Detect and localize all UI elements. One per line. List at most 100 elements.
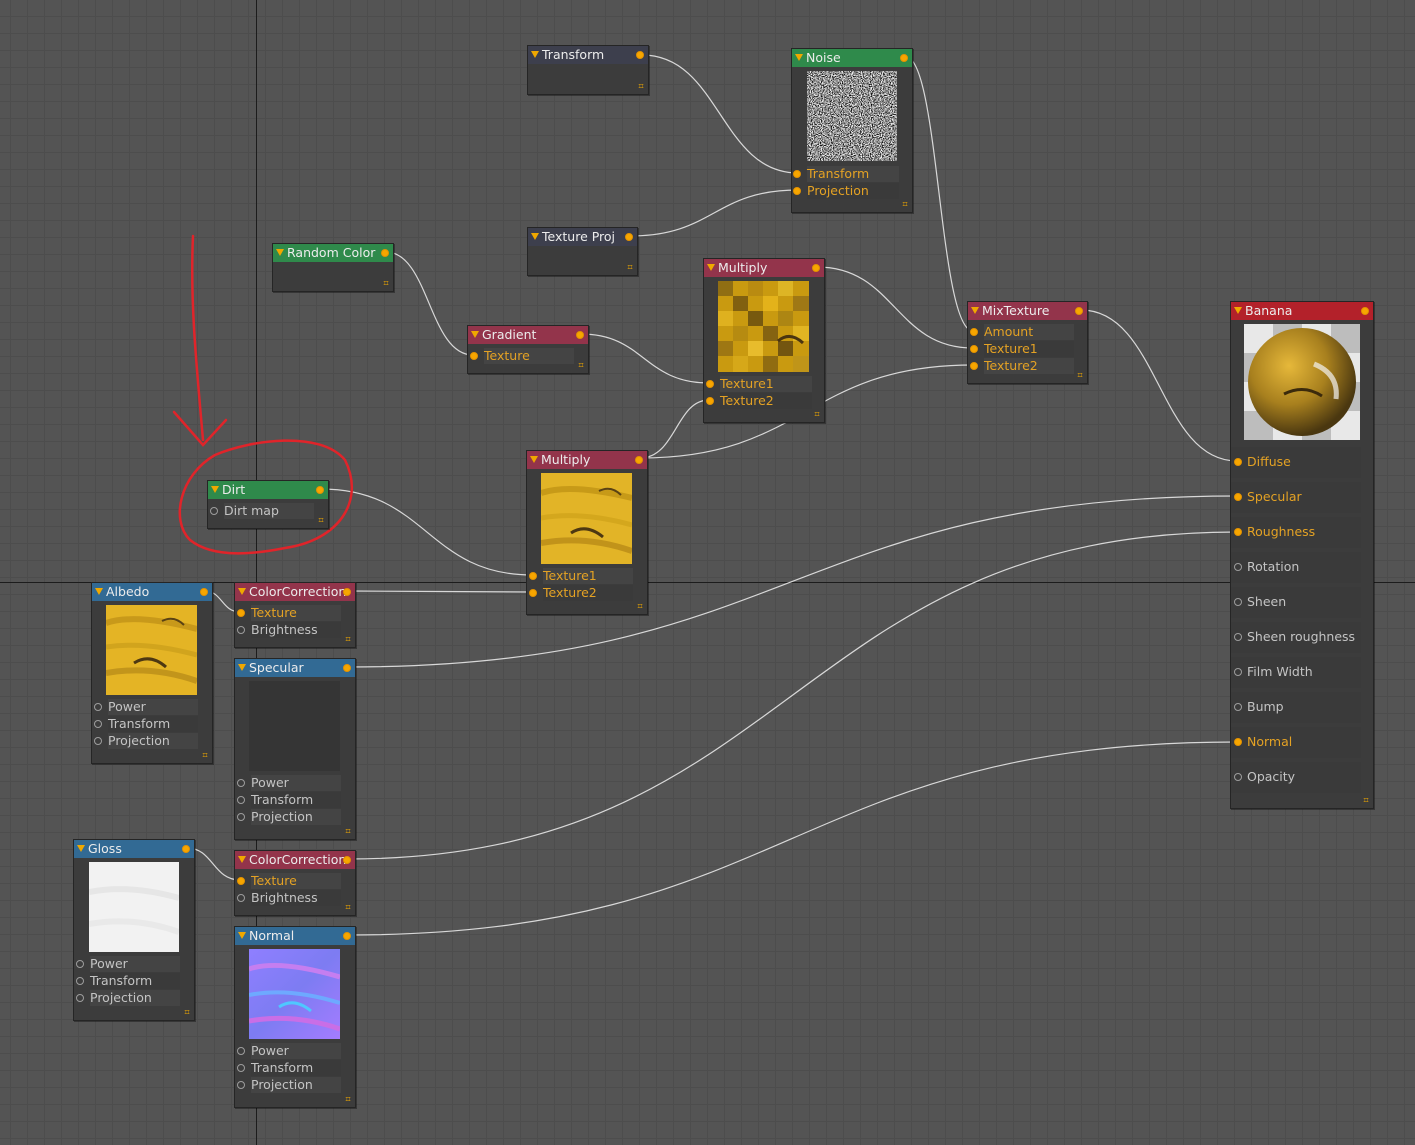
collapse-triangle-icon[interactable] <box>1234 307 1242 314</box>
input-socket-icon[interactable] <box>237 626 245 634</box>
output-socket-icon[interactable] <box>635 456 643 464</box>
node-header[interactable]: Multiply <box>704 259 824 277</box>
input-socket-icon[interactable] <box>237 894 245 902</box>
port-transform[interactable]: Transform <box>793 166 899 182</box>
banana-port-normal[interactable]: Normal <box>1231 727 1361 758</box>
resize-grip-icon[interactable]: ⌗ <box>626 264 634 273</box>
resize-grip-icon[interactable]: ⌗ <box>344 1096 352 1105</box>
collapse-triangle-icon[interactable] <box>531 233 539 240</box>
input-socket-icon[interactable] <box>706 380 714 388</box>
port-projection[interactable]: Projection <box>237 809 341 825</box>
input-socket-icon[interactable] <box>94 737 102 745</box>
port-texture1[interactable]: Texture1 <box>706 376 812 392</box>
resize-grip-icon[interactable]: ⌗ <box>636 603 644 612</box>
mixtexture-node[interactable]: MixTexture Amount Texture1 Texture2 ⌗ <box>967 301 1088 384</box>
input-socket-icon[interactable] <box>1234 738 1242 746</box>
normal-node[interactable]: Normal Power Transform Projection ⌗ <box>234 926 356 1108</box>
input-socket-icon[interactable] <box>529 589 537 597</box>
port-power[interactable]: Power <box>237 1043 341 1059</box>
output-socket-icon[interactable] <box>182 845 190 853</box>
input-socket-icon[interactable] <box>76 977 84 985</box>
resize-grip-icon[interactable]: ⌗ <box>344 636 352 645</box>
input-socket-icon[interactable] <box>470 352 478 360</box>
albedo-node[interactable]: Albedo Power Transform Projection ⌗ <box>91 582 213 764</box>
banana-port-roughness[interactable]: Roughness <box>1231 517 1361 548</box>
port-projection[interactable]: Projection <box>94 733 198 749</box>
input-socket-icon[interactable] <box>237 1064 245 1072</box>
multiply-node-middle[interactable]: Multiply Texture1 Texture2 ⌗ <box>526 450 648 615</box>
collapse-triangle-icon[interactable] <box>238 856 246 863</box>
random-color-node[interactable]: Random Color ⌗ <box>272 243 394 292</box>
specular-node[interactable]: Specular Power Transform Projection ⌗ <box>234 658 356 840</box>
collapse-triangle-icon[interactable] <box>238 664 246 671</box>
node-header[interactable]: Texture Proj <box>528 228 637 246</box>
input-socket-icon[interactable] <box>1234 528 1242 536</box>
collapse-triangle-icon[interactable] <box>276 249 284 256</box>
resize-grip-icon[interactable]: ⌗ <box>201 752 209 761</box>
output-socket-icon[interactable] <box>343 856 351 864</box>
input-socket-icon[interactable] <box>1234 633 1242 641</box>
color-correction-node-1[interactable]: ColorCorrection Texture Brightness ⌗ <box>234 582 356 648</box>
input-socket-icon[interactable] <box>76 960 84 968</box>
resize-grip-icon[interactable]: ⌗ <box>637 83 645 92</box>
input-socket-icon[interactable] <box>210 507 218 515</box>
input-socket-icon[interactable] <box>1234 773 1242 781</box>
resize-grip-icon[interactable]: ⌗ <box>901 201 909 210</box>
port-projection[interactable]: Projection <box>793 183 899 199</box>
output-socket-icon[interactable] <box>200 588 208 596</box>
port-power[interactable]: Power <box>94 699 198 715</box>
collapse-triangle-icon[interactable] <box>77 845 85 852</box>
port-dirt-map[interactable]: Dirt map <box>210 503 314 519</box>
port-transform[interactable]: Transform <box>76 973 180 989</box>
input-socket-icon[interactable] <box>706 397 714 405</box>
port-texture1[interactable]: Texture1 <box>529 568 633 584</box>
input-socket-icon[interactable] <box>793 170 801 178</box>
port-texture[interactable]: Texture <box>470 348 574 364</box>
input-socket-icon[interactable] <box>1234 703 1242 711</box>
node-header[interactable]: Gloss <box>74 840 194 858</box>
input-socket-icon[interactable] <box>1234 458 1242 466</box>
port-texture2[interactable]: Texture2 <box>706 393 812 409</box>
collapse-triangle-icon[interactable] <box>211 486 219 493</box>
output-socket-icon[interactable] <box>316 486 324 494</box>
output-socket-icon[interactable] <box>343 664 351 672</box>
node-header[interactable]: Specular <box>235 659 355 677</box>
collapse-triangle-icon[interactable] <box>795 54 803 61</box>
output-socket-icon[interactable] <box>381 249 389 257</box>
port-power[interactable]: Power <box>76 956 180 972</box>
resize-grip-icon[interactable]: ⌗ <box>344 828 352 837</box>
banana-port-opacity[interactable]: Opacity <box>1231 762 1361 793</box>
collapse-triangle-icon[interactable] <box>971 307 979 314</box>
input-socket-icon[interactable] <box>237 796 245 804</box>
banana-port-film-width[interactable]: Film Width <box>1231 657 1361 688</box>
node-header[interactable]: Gradient <box>468 326 588 344</box>
port-brightness[interactable]: Brightness <box>237 890 341 906</box>
port-amount[interactable]: Amount <box>970 324 1074 340</box>
resize-grip-icon[interactable]: ⌗ <box>577 362 585 371</box>
port-transform[interactable]: Transform <box>94 716 198 732</box>
input-socket-icon[interactable] <box>237 877 245 885</box>
gradient-node[interactable]: Gradient Texture ⌗ <box>467 325 589 374</box>
output-socket-icon[interactable] <box>900 54 908 62</box>
port-texture2[interactable]: Texture2 <box>529 585 633 601</box>
input-socket-icon[interactable] <box>237 609 245 617</box>
node-header[interactable]: MixTexture <box>968 302 1087 320</box>
input-socket-icon[interactable] <box>529 572 537 580</box>
banana-port-sheen-roughness[interactable]: Sheen roughness <box>1231 622 1361 653</box>
collapse-triangle-icon[interactable] <box>95 588 103 595</box>
port-brightness[interactable]: Brightness <box>237 622 341 638</box>
input-socket-icon[interactable] <box>237 779 245 787</box>
texture-proj-node[interactable]: Texture Proj ⌗ <box>527 227 638 276</box>
output-socket-icon[interactable] <box>1075 307 1083 315</box>
input-socket-icon[interactable] <box>1234 668 1242 676</box>
port-texture2[interactable]: Texture2 <box>970 358 1074 374</box>
noise-node[interactable]: Noise Transform Projection ⌗ <box>791 48 913 213</box>
input-socket-icon[interactable] <box>1234 563 1242 571</box>
node-header[interactable]: Albedo <box>92 583 212 601</box>
collapse-triangle-icon[interactable] <box>531 51 539 58</box>
node-header[interactable]: ColorCorrection <box>235 583 355 601</box>
node-header[interactable]: ColorCorrection <box>235 851 355 869</box>
resize-grip-icon[interactable]: ⌗ <box>1076 372 1084 381</box>
input-socket-icon[interactable] <box>1234 598 1242 606</box>
multiply-node-top[interactable]: Multiply Texture1 Texture2 ⌗ <box>703 258 825 423</box>
